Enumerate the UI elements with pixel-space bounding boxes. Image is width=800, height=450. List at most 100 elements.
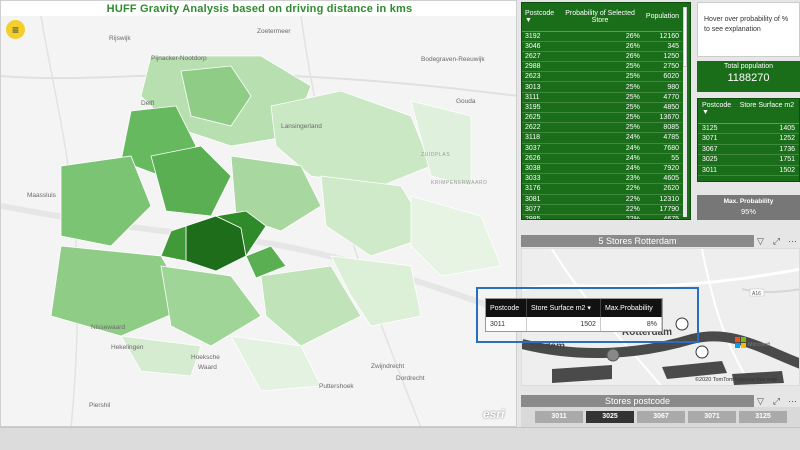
cell-population: 2750 xyxy=(642,61,682,73)
cell-postcode: 2627 xyxy=(522,51,558,63)
column-header-postcode[interactable]: Postcode ▼ xyxy=(522,3,558,32)
cell-population: 1250 xyxy=(642,51,682,63)
column-header-probability[interactable]: Probability of Selected Store xyxy=(557,3,643,32)
sort-desc-icon: ▾ xyxy=(587,305,591,312)
cell-postcode: 3011 xyxy=(698,165,736,176)
stores-postcode-slicer[interactable]: 3011 3025 3067 3071 3125 xyxy=(521,407,800,427)
scrollbar-thumb[interactable] xyxy=(683,7,687,67)
choropleth-map[interactable]: Rijswijk Zoetermeer Pijnacker-Nootdorp B… xyxy=(1,16,517,427)
cell-probability: 25% xyxy=(557,81,643,93)
table-row[interactable]: 2623 25% 6020 xyxy=(522,71,682,83)
map-copyright[interactable]: ©2020 TomTom Improve this map xyxy=(695,377,777,383)
cell-probability: 26% xyxy=(557,41,643,52)
filter-icon[interactable]: ▽ xyxy=(754,395,767,407)
column-header-store-surface[interactable]: Store Surface m2 xyxy=(735,99,799,124)
microsoft-logo-text: Microsoft xyxy=(748,342,771,348)
cell-probability: 25% xyxy=(557,102,643,114)
cell-postcode: 3125 xyxy=(698,123,736,134)
cell-probability: 22% xyxy=(557,214,643,219)
cell-probability: 25% xyxy=(557,71,643,83)
table-row[interactable]: 2627 26% 1250 xyxy=(522,51,682,63)
place-label: KRIMPENERWAARD xyxy=(431,180,487,186)
cell-postcode: 2626 xyxy=(522,153,558,164)
place-label: Maassluis xyxy=(27,192,57,199)
cell-population: 55 xyxy=(642,153,682,164)
cell-population: 13670 xyxy=(642,112,682,124)
filter-icon[interactable]: ▽ xyxy=(754,235,767,247)
table-row[interactable]: 2622 25% 8085 xyxy=(522,122,682,134)
store-marker[interactable] xyxy=(695,345,709,359)
cell-probability: 26% xyxy=(557,31,643,42)
cell-probability: 23% xyxy=(557,173,643,185)
store-surface-table[interactable]: Postcode ▼ Store Surface m2 3125 1405 3071 1… xyxy=(697,98,800,182)
cell-postcode: 3013 xyxy=(522,81,558,93)
place-label: Puttershoek xyxy=(319,383,354,390)
table-row[interactable]: 3025 1751 xyxy=(698,154,799,166)
place-label: Pijnacker-Nootdorp xyxy=(151,55,207,62)
cell-surface: 1405 xyxy=(735,123,799,134)
table-row[interactable]: 3118 24% 4785 xyxy=(522,132,682,144)
total-population-label: Total population xyxy=(723,63,774,70)
cell-population: 345 xyxy=(642,41,682,52)
cell-population: 7920 xyxy=(642,163,682,175)
cell-population: 7680 xyxy=(642,143,682,154)
table-row[interactable]: 3081 22% 12310 xyxy=(522,194,682,205)
cell-probability: 24% xyxy=(557,143,643,154)
cell-postcode: 3038 xyxy=(522,163,558,175)
more-options-icon[interactable]: ⋯ xyxy=(786,235,799,247)
cell-probability: 25% xyxy=(557,122,643,134)
focus-mode-icon[interactable]: ⤢ xyxy=(770,235,783,247)
cell-postcode: 3071 xyxy=(698,133,736,145)
focus-mode-icon[interactable]: ⤢ xyxy=(770,395,783,407)
tooltip-header-surface: Store Surface m2 ▾ xyxy=(526,299,601,317)
slicer-chip-3067[interactable]: 3067 xyxy=(637,411,685,423)
table-row[interactable]: 3192 26% 12160 xyxy=(522,31,682,42)
table-row[interactable]: 3071 1252 xyxy=(698,133,799,145)
tooltip-cell-maxprob: 8% xyxy=(600,317,663,331)
sort-desc-icon: ▼ xyxy=(702,109,709,116)
table-row[interactable]: 3176 22% 2620 xyxy=(522,183,682,195)
table-row[interactable]: 3077 22% 17790 xyxy=(522,204,682,215)
table-row[interactable]: 3013 25% 980 xyxy=(522,81,682,93)
table-row[interactable]: 3037 24% 7680 xyxy=(522,143,682,154)
cell-probability: 24% xyxy=(557,163,643,175)
hover-info-card[interactable]: Hover over probability of % to see expla… xyxy=(697,2,800,57)
table-row[interactable]: 3195 25% 4850 xyxy=(522,102,682,114)
place-label: Piershil xyxy=(89,402,111,409)
table-row[interactable]: 2985 22% 4675 xyxy=(522,214,682,219)
slicer-chip-3011[interactable]: 3011 xyxy=(535,411,583,423)
table-row[interactable]: 3067 1736 xyxy=(698,144,799,155)
place-label: Gouda xyxy=(456,98,476,105)
cell-postcode: 3081 xyxy=(522,194,558,205)
table-row[interactable]: 3033 23% 4605 xyxy=(522,173,682,185)
cell-population: 8085 xyxy=(642,122,682,134)
cell-postcode: 3037 xyxy=(522,143,558,154)
table-row[interactable]: 3011 1502 xyxy=(698,165,799,176)
table-row[interactable]: 3038 24% 7920 xyxy=(522,163,682,175)
probability-table[interactable]: Postcode ▼ Probability of Selected Store … xyxy=(521,2,691,220)
table-row[interactable]: 2625 25% 13670 xyxy=(522,112,682,124)
table-row[interactable]: 3111 25% 4770 xyxy=(522,92,682,103)
cell-postcode: 3033 xyxy=(522,173,558,185)
more-options-icon[interactable]: ⋯ xyxy=(786,395,799,407)
table-row[interactable]: 3046 26% 345 xyxy=(522,41,682,52)
table-row[interactable]: 2626 24% 55 xyxy=(522,153,682,164)
hamburger-menu-button[interactable]: ≡ xyxy=(6,20,25,39)
store-marker-selected[interactable] xyxy=(606,348,620,362)
slicer-chip-3025[interactable]: 3025 xyxy=(586,411,634,423)
cell-postcode: 2625 xyxy=(522,112,558,124)
column-header-population[interactable]: Population xyxy=(642,3,682,32)
table-row[interactable]: 2988 25% 2750 xyxy=(522,61,682,73)
cell-population: 6020 xyxy=(642,71,682,83)
column-header-postcode[interactable]: Postcode ▼ xyxy=(698,99,736,124)
cell-population: 4770 xyxy=(642,92,682,103)
place-label: Hekelingen xyxy=(111,344,144,351)
table-row[interactable]: 3125 1405 xyxy=(698,123,799,134)
slicer-chip-3071[interactable]: 3071 xyxy=(688,411,736,423)
slicer-chip-3125[interactable]: 3125 xyxy=(739,411,787,423)
cell-population: 980 xyxy=(642,81,682,93)
cell-surface: 1751 xyxy=(735,154,799,166)
cell-probability: 22% xyxy=(557,183,643,195)
max-probability-value: 95% xyxy=(740,207,756,216)
choropleth-map-panel[interactable]: Rijswijk Zoetermeer Pijnacker-Nootdorp B… xyxy=(0,0,517,427)
